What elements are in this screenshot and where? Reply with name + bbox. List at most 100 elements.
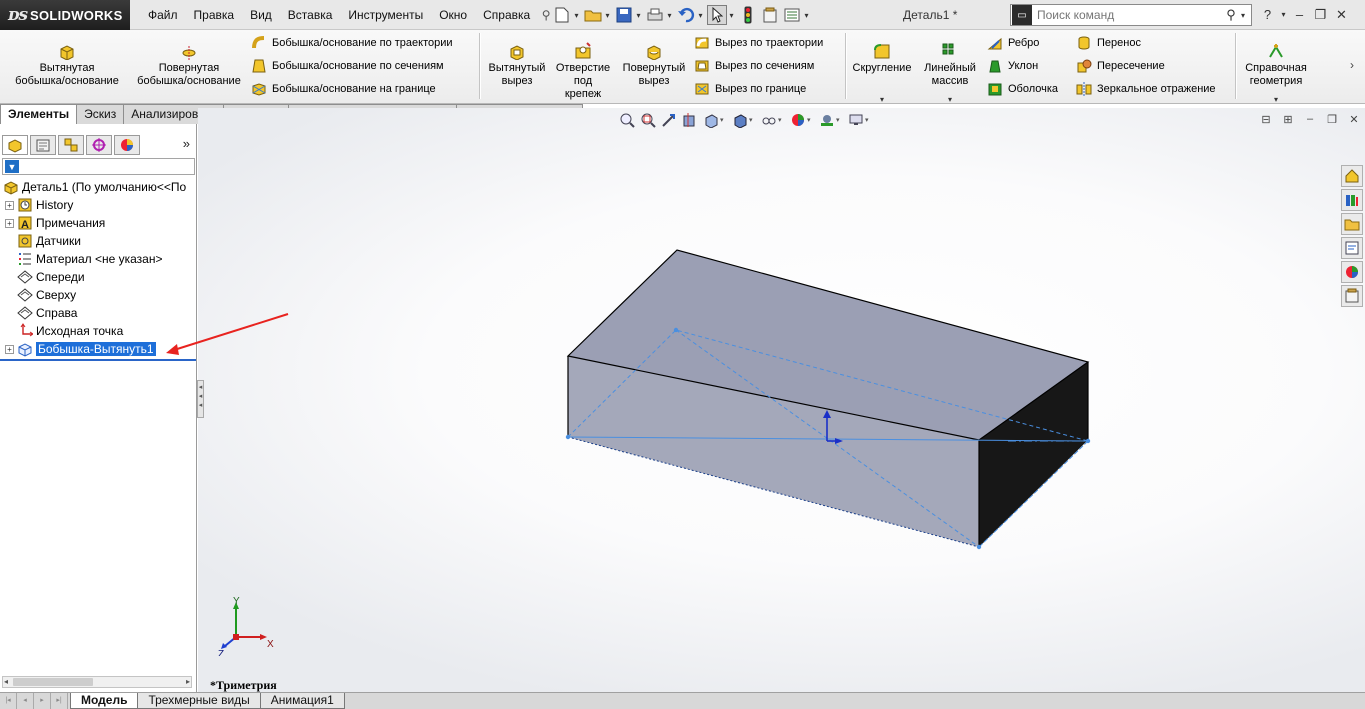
open-button[interactable]: ▾ [583, 4, 612, 26]
scroll-left-icon[interactable]: ◂ [4, 677, 8, 686]
menu-file[interactable]: Файл [140, 0, 186, 30]
hide-show-button[interactable]: ▾ [760, 111, 786, 129]
view-orientation-button[interactable]: ▾ [702, 111, 728, 129]
mirror-button[interactable]: Зеркальное отражение [1075, 79, 1216, 99]
zoom-to-area-button[interactable] [639, 111, 657, 129]
draft-button[interactable]: Уклон [986, 56, 1038, 76]
shell-button[interactable]: Оболочка [986, 79, 1058, 99]
graphics-area[interactable]: ▾ ▾ ▾ ▾ ▾ ▾ ⊟ ⊞ – ❐ ✕ Y X Z *Триметрия [198, 108, 1365, 692]
select-button[interactable]: ▾ [707, 4, 736, 26]
custom-properties-icon[interactable] [1341, 285, 1363, 307]
tree-item-sensors[interactable]: Датчики [0, 232, 196, 250]
new-document-button[interactable]: ▾ [552, 4, 581, 26]
revolved-cut-button[interactable]: Повернутый вырез [618, 30, 690, 102]
model-canvas[interactable] [198, 108, 1365, 692]
menu-view[interactable]: Вид [242, 0, 280, 30]
panel-splitter[interactable]: ◂ ◂ ◂ [197, 380, 204, 418]
viewport-restore-icon[interactable]: ❐ [1323, 111, 1341, 127]
property-manager-tab[interactable] [30, 135, 56, 155]
display-manager-tab[interactable] [114, 135, 140, 155]
close-icon[interactable]: ✕ [1332, 4, 1351, 25]
next-tab-icon[interactable]: ▸ [34, 693, 51, 709]
intersect-button[interactable]: Пересечение [1075, 56, 1165, 76]
lofted-boss-button[interactable]: Бобышка/основание по сечениям [250, 56, 444, 76]
tab-animation[interactable]: Анимация1 [259, 693, 345, 709]
display-style-button[interactable]: ▾ [731, 111, 757, 129]
zoom-to-fit-button[interactable] [618, 111, 636, 129]
tree-item-front-plane[interactable]: Спереди [0, 268, 196, 286]
design-library-icon[interactable] [1341, 189, 1363, 211]
tree-item-top-plane[interactable]: Сверху [0, 286, 196, 304]
edit-appearance-button[interactable]: ▾ [789, 111, 815, 129]
extruded-boss-button[interactable]: Вытянутая бобышка/основание [8, 30, 126, 102]
viewport-close-icon[interactable]: ✕ [1345, 111, 1363, 127]
chevron-right-icon[interactable]: › [1350, 58, 1354, 72]
rebuild-button[interactable] [738, 4, 758, 26]
tab-features[interactable]: Элементы [0, 104, 78, 125]
tree-item-material[interactable]: Материал <не указан> [0, 250, 196, 268]
tab-3d-views[interactable]: Трехмерные виды [137, 693, 261, 709]
extruded-cut-button[interactable]: Вытянутый вырез [484, 30, 550, 102]
file-properties-button[interactable] [760, 4, 780, 26]
wrap-button[interactable]: Перенос [1075, 33, 1141, 53]
help-icon[interactable]: ? [1258, 4, 1277, 25]
swept-boss-button[interactable]: Бобышка/основание по траектории [250, 33, 453, 53]
file-explorer-icon[interactable] [1341, 213, 1363, 235]
search-icon[interactable]: ⚲ [1221, 7, 1241, 23]
rib-button[interactable]: Ребро [986, 33, 1039, 53]
swept-cut-button[interactable]: Вырез по траектории [693, 33, 823, 53]
more-tabs-icon[interactable]: » [183, 136, 190, 151]
reference-geometry-button[interactable]: Справочная геометрия ▾ [1238, 30, 1314, 104]
reference-geometry-dropdown-icon[interactable]: ▾ [1238, 93, 1314, 106]
configuration-manager-tab[interactable] [58, 135, 84, 155]
split-horizontal-icon[interactable]: ⊟ [1257, 111, 1275, 127]
tree-root-part[interactable]: Деталь1 (По умолчанию<<По [0, 178, 196, 196]
fillet-dropdown-icon[interactable]: ▾ [848, 93, 916, 106]
expand-icon[interactable]: + [5, 344, 14, 354]
menu-edit[interactable]: Правка [186, 0, 243, 30]
tree-filter[interactable]: ▼ [2, 158, 195, 175]
menu-tools[interactable]: Инструменты [340, 0, 431, 30]
boundary-boss-button[interactable]: Бобышка/основание на границе [250, 79, 436, 99]
tab-sketch[interactable]: Эскиз [76, 104, 125, 124]
panel-horizontal-scrollbar[interactable]: ◂ ▸ [2, 676, 192, 688]
lofted-cut-button[interactable]: Вырез по сечениям [693, 56, 814, 76]
tree-item-annotations[interactable]: + A Примечания [0, 214, 196, 232]
fillet-button[interactable]: Скругление ▾ [848, 30, 916, 104]
linear-pattern-dropdown-icon[interactable]: ▾ [918, 93, 982, 106]
solidworks-logo[interactable]: ᴅs SOLIDWORKS [0, 0, 130, 30]
first-tab-icon[interactable]: |◂ [0, 693, 17, 709]
previous-view-button[interactable] [660, 111, 678, 129]
scrollbar-thumb[interactable] [13, 678, 93, 686]
solidworks-resources-icon[interactable] [1341, 165, 1363, 187]
apply-scene-button[interactable]: ▾ [818, 111, 844, 129]
print-button[interactable]: ▾ [645, 4, 674, 26]
appearances-icon[interactable] [1341, 261, 1363, 283]
help-dropdown-icon[interactable]: ▾ [1279, 4, 1288, 25]
previous-tab-icon[interactable]: ◂ [17, 693, 34, 709]
menu-help[interactable]: Справка [475, 0, 538, 30]
expand-icon[interactable]: + [5, 218, 14, 228]
save-button[interactable]: ▾ [614, 4, 643, 26]
linear-pattern-button[interactable]: Линейный массив ▾ [918, 30, 982, 104]
expand-icon[interactable]: + [5, 200, 14, 210]
dimxpert-manager-tab[interactable] [86, 135, 112, 155]
menu-insert[interactable]: Вставка [280, 0, 341, 30]
viewport-minimize-icon[interactable]: – [1301, 111, 1319, 127]
last-tab-icon[interactable]: ▸| [51, 693, 68, 709]
revolved-boss-button[interactable]: Повернутая бобышка/основание [130, 30, 248, 102]
boundary-cut-button[interactable]: Вырез по границе [693, 79, 806, 99]
section-view-button[interactable] [681, 111, 699, 129]
options-button[interactable]: ▾ [782, 4, 811, 26]
minimize-icon[interactable]: – [1290, 4, 1309, 25]
undo-button[interactable]: ▾ [676, 4, 705, 26]
search-dropdown-icon[interactable]: ▾ [1241, 11, 1251, 20]
view-palette-icon[interactable] [1341, 237, 1363, 259]
hole-wizard-button[interactable]: Отверстие под крепеж [552, 30, 614, 102]
split-vertical-icon[interactable]: ⊞ [1279, 111, 1297, 127]
command-search[interactable]: ▭ ⚲ ▾ [1010, 4, 1252, 26]
restore-icon[interactable]: ❐ [1311, 4, 1330, 25]
tree-item-history[interactable]: + History [0, 196, 196, 214]
command-search-input[interactable] [1032, 6, 1221, 24]
tab-model[interactable]: Модель [70, 693, 139, 709]
